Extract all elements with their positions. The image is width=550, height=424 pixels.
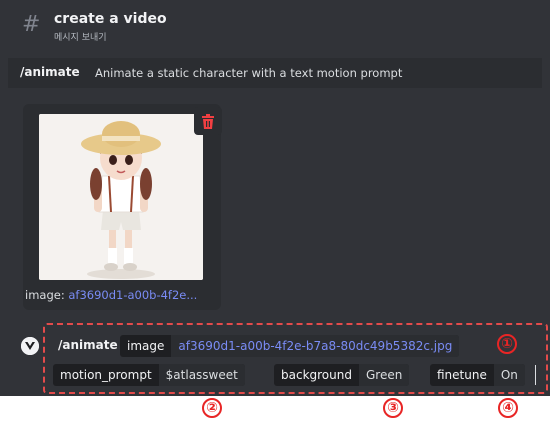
annotation-dashed-box [43, 323, 548, 394]
annotation-marker-2: ② [202, 398, 222, 418]
character-image [39, 114, 203, 280]
channel-subtitle: 메시지 보내기 [54, 33, 107, 43]
annotation-marker-3: ③ [383, 398, 403, 418]
channel-title: create a video [54, 11, 167, 27]
annotation-marker-1: ① [497, 334, 517, 354]
attachment-value: af3690d1-a00b-4f2e... [68, 288, 198, 302]
annotation-marker-4: ④ [498, 398, 518, 418]
attachment-key: image: [25, 288, 65, 302]
attachment-filename[interactable]: image: af3690d1-a00b-4f2e... [25, 288, 197, 302]
command-suggestion-bar[interactable]: /animate Animate a static character with… [8, 58, 542, 88]
command-description: Animate a static character with a text m… [95, 66, 403, 80]
image-attachment[interactable]: image: af3690d1-a00b-4f2e... [23, 104, 221, 310]
hash-icon: # [22, 12, 41, 37]
trash-icon [202, 114, 214, 129]
delete-attachment-button[interactable] [194, 107, 222, 135]
command-name: /animate [20, 65, 80, 79]
channel-header: # create a video 메시지 보내기 [0, 0, 550, 48]
bot-logo-icon [21, 337, 39, 355]
